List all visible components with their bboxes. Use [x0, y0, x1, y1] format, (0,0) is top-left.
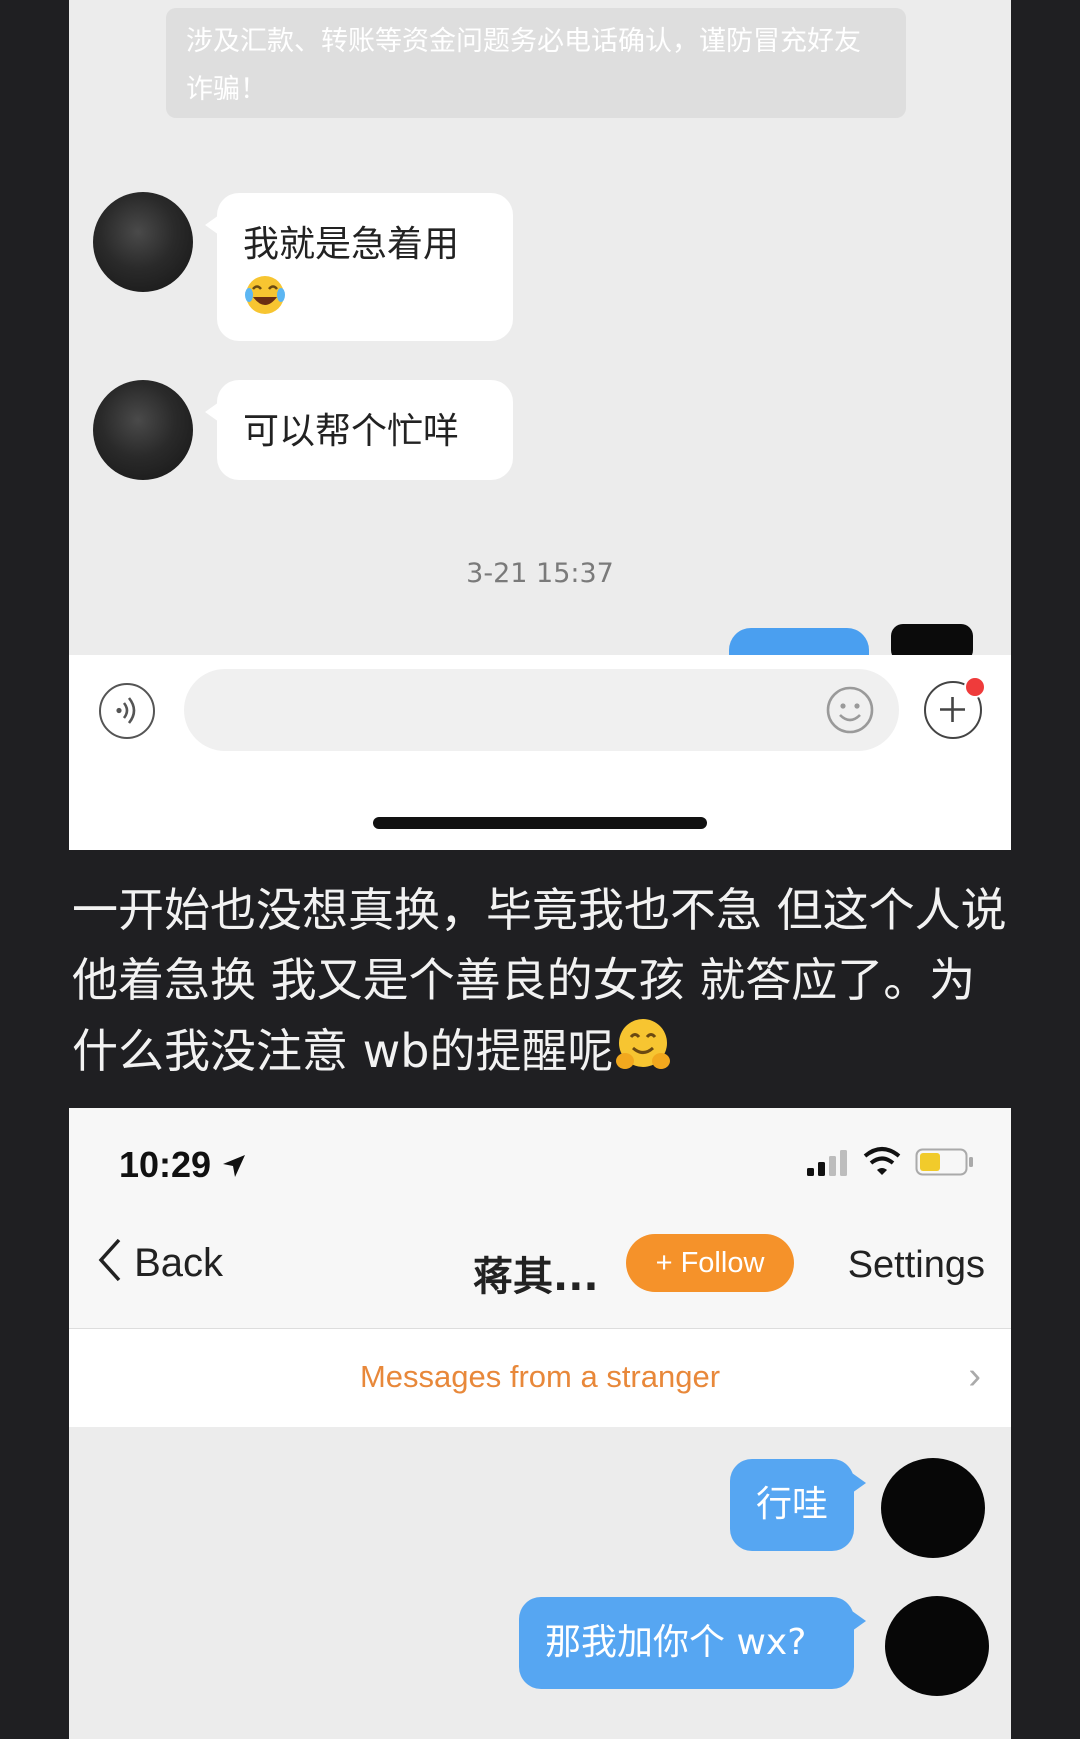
- wifi-icon: [863, 1147, 901, 1175]
- redacted-avatar: [881, 1458, 985, 1558]
- outgoing-message: 那我加你个 wx?: [519, 1597, 866, 1689]
- notification-dot: [964, 676, 986, 698]
- stranger-banner-text: Messages from a stranger: [359, 1359, 721, 1394]
- message-text: 可以帮个忙咩: [243, 411, 460, 452]
- emoji-button-icon[interactable]: [823, 683, 877, 737]
- message-text: 行哇: [756, 1484, 829, 1525]
- home-indicator[interactable]: [373, 817, 707, 829]
- status-bar: 10:29: [69, 1108, 1011, 1208]
- redacted-avatar: [885, 1596, 989, 1696]
- voice-wave-icon: [116, 697, 136, 724]
- chevron-left-icon: [98, 1238, 121, 1282]
- follow-button[interactable]: + Follow: [626, 1234, 794, 1292]
- battery-icon: [915, 1148, 973, 1176]
- contact-avatar[interactable]: [93, 192, 193, 292]
- caption-text: 一开始也没想真换，毕竟我也不急 但这个人说他着急换 我又是个善良的女孩 就答应了…: [72, 883, 1007, 1078]
- chat-navigation-bar: Back 蒋其... + Follow Settings: [69, 1208, 1011, 1329]
- status-time: 10:29: [119, 1144, 247, 1186]
- incoming-message: 我就是急着用: [205, 193, 513, 341]
- incoming-message: 可以帮个忙咩: [205, 380, 513, 480]
- settings-button[interactable]: Settings: [848, 1244, 985, 1287]
- hugging-face-emoji-icon: [616, 1019, 671, 1069]
- chat-title: 蒋其...: [473, 1254, 599, 1300]
- laughing-tears-emoji-icon: [245, 276, 285, 314]
- status-time-text: 10:29: [119, 1144, 212, 1185]
- back-button-label: Back: [134, 1241, 224, 1285]
- contact-avatar[interactable]: [93, 380, 193, 480]
- top-chat-screenshot: 涉及汇款、转账等资金问题务必电话确认，谨防冒充好友诈骗！ 我就是急着用 可以帮个…: [69, 0, 1011, 850]
- chevron-right-icon: ›: [968, 1355, 981, 1397]
- message-timestamp: 3-21 15:37: [466, 558, 614, 589]
- message-text: 那我加你个 wx?: [545, 1622, 807, 1663]
- outgoing-message: 行哇: [730, 1459, 866, 1551]
- location-arrow-icon: [223, 1155, 246, 1177]
- message-text-field[interactable]: [184, 669, 899, 751]
- caption-text-block: 一开始也没想真换，毕竟我也不急 但这个人说他着急换 我又是个善良的女孩 就答应了…: [72, 875, 1017, 1086]
- stranger-message-banner[interactable]: Messages from a stranger ›: [69, 1329, 1011, 1427]
- message-input-bar: [69, 655, 1011, 850]
- cellular-signal-icon: [807, 1150, 847, 1176]
- security-notice: 涉及汇款、转账等资金问题务必电话确认，谨防冒充好友诈骗！: [166, 8, 906, 118]
- message-text: 我就是急着用: [243, 224, 460, 265]
- bottom-chat-screenshot: 10:29 Back 蒋其... + Follow Settings Messa…: [69, 1108, 1011, 1739]
- voice-button[interactable]: [99, 683, 155, 739]
- back-button[interactable]: Back: [97, 1238, 223, 1286]
